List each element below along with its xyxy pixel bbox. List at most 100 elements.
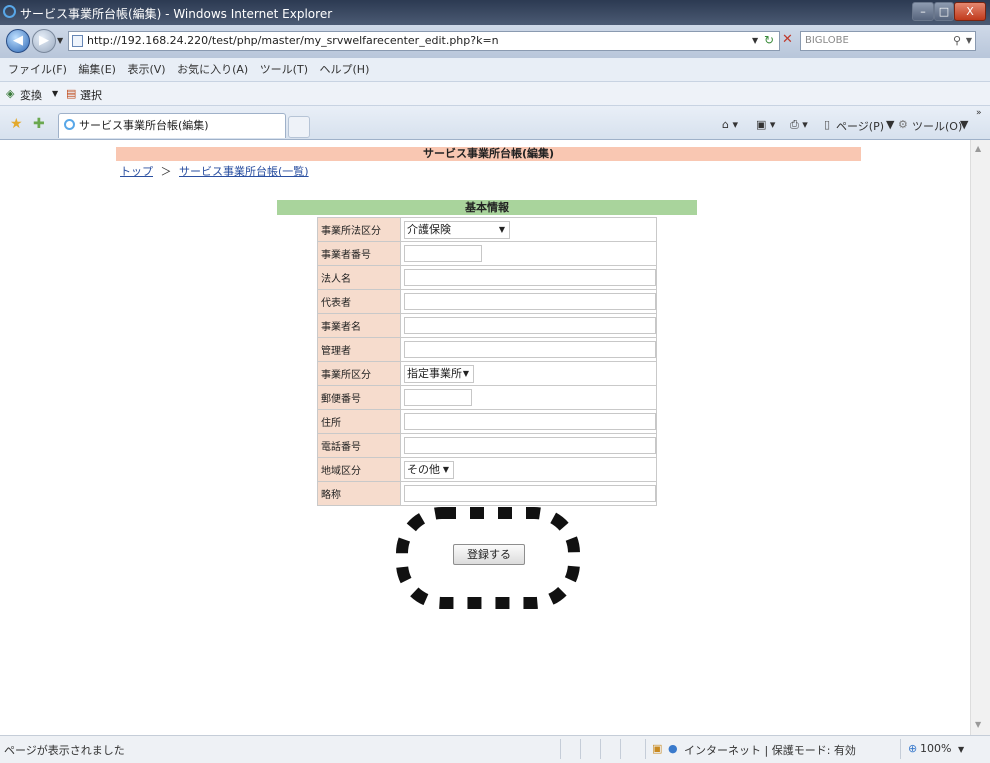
form-row: 事業所区分 指定事業所 ▼ [317, 361, 657, 386]
menu-help[interactable]: ヘルプ(H) [320, 58, 370, 82]
field-label: 代表者 [317, 289, 401, 314]
tab-current[interactable]: サービス事業所台帳(編集) [58, 113, 286, 138]
basic-info-form: 事業所法区分 介護保険 ▼ 事業者番号 法人名 代表者 事業者名 管理者 事業所区… [317, 217, 657, 506]
status-text: ページが表示されました [4, 744, 125, 757]
zoom-dropdown-icon[interactable]: ▼ [958, 745, 964, 754]
forward-button[interactable]: ▶ [32, 29, 56, 53]
refresh-icon[interactable]: ↻ [764, 33, 774, 47]
zoom-level[interactable]: 100% [920, 742, 951, 755]
form-row: 略称 [317, 481, 657, 506]
history-dropdown-icon[interactable]: ▼ [57, 36, 63, 45]
scroll-up-icon[interactable]: ▲ [975, 144, 981, 153]
scroll-down-icon[interactable]: ▼ [975, 720, 981, 729]
field-label: 住所 [317, 409, 401, 434]
page-icon-cmd: ▯ [824, 118, 831, 131]
menu-tools[interactable]: ツール(T) [260, 58, 308, 82]
form-row: 事業所法区分 介護保険 ▼ [317, 217, 657, 242]
convert-icon: ◈ [6, 87, 15, 100]
abbreviation-input[interactable] [404, 485, 656, 502]
select-button[interactable]: 選択 [80, 87, 102, 103]
menu-edit[interactable]: 編集(E) [78, 58, 116, 82]
search-icon[interactable]: ⚲ [953, 32, 961, 50]
links-toolbar: ◈ 変換 ▼ ▤ 選択 [0, 82, 990, 106]
convert-button[interactable]: 変換 [20, 87, 42, 103]
chevron-down-icon: ▼ [442, 464, 449, 474]
tab-bar: ★ ✚ サービス事業所台帳(編集) ⌂ ▾ ▣ ▾ ⎙ ▾ ▯ ページ(P) ▼… [0, 106, 990, 140]
page-icon [72, 35, 83, 47]
field-label: 事業所区分 [317, 361, 401, 386]
maximize-button[interactable]: □ [934, 2, 954, 21]
postal-code-input[interactable] [404, 389, 472, 406]
select-icon: ▤ [66, 87, 77, 100]
office-category-select[interactable]: 指定事業所 ▼ [404, 364, 474, 383]
tools-menu-dropdown-icon[interactable]: ▼ [960, 118, 968, 131]
address-bar[interactable]: http://192.168.24.220/test/php/master/my… [68, 31, 780, 51]
form-row: 代表者 [317, 289, 657, 314]
feeds-icon[interactable]: ▣ ▾ [756, 118, 775, 131]
breadcrumb-top-link[interactable]: トップ [120, 165, 153, 178]
window-titlebar: サービス事業所台帳(編集) - Windows Internet Explore… [0, 0, 990, 25]
field-label: 事業者名 [317, 313, 401, 338]
globe-icon: ● [668, 742, 678, 755]
page-menu-button[interactable]: ページ(P) [836, 118, 884, 134]
favorites-star-icon[interactable]: ★ [10, 116, 23, 132]
new-tab-button[interactable] [288, 116, 310, 138]
vertical-scrollbar[interactable]: ▲ ▼ [970, 140, 990, 735]
region-category-select[interactable]: その他 ▼ [404, 460, 454, 479]
breadcrumb-list-link[interactable]: サービス事業所台帳(一覧) [179, 165, 309, 178]
corporation-name-input[interactable] [404, 269, 656, 286]
manager-input[interactable] [404, 341, 656, 358]
page-title: サービス事業所台帳(編集) [116, 147, 861, 161]
menu-bar: ファイル(F) 編集(E) 表示(V) お気に入り(A) ツール(T) ヘルプ(… [0, 58, 990, 82]
provider-name-input[interactable] [404, 317, 656, 334]
field-label: 略称 [317, 481, 401, 506]
search-placeholder: BIGLOBE [805, 35, 849, 46]
field-label: 郵便番号 [317, 385, 401, 410]
menu-file[interactable]: ファイル(F) [8, 58, 67, 82]
add-favorites-icon[interactable]: ✚ [33, 116, 45, 132]
page-menu-dropdown-icon[interactable]: ▼ [886, 118, 894, 131]
breadcrumb: トップ ＞ サービス事業所台帳(一覧) [120, 163, 309, 179]
select-value: その他 [407, 462, 440, 476]
security-icon: ▣ [652, 742, 663, 755]
close-button[interactable]: X [954, 2, 986, 21]
form-row: 郵便番号 [317, 385, 657, 410]
convert-dropdown-icon[interactable]: ▼ [52, 89, 58, 98]
field-label: 管理者 [317, 337, 401, 362]
select-value: 指定事業所 [407, 366, 462, 380]
address-dropdown-icon[interactable]: ▼ [752, 36, 758, 45]
representative-input[interactable] [404, 293, 656, 310]
form-row: 事業者番号 [317, 241, 657, 266]
back-button[interactable]: ◀ [6, 29, 30, 53]
address-input[interactable] [404, 413, 656, 430]
form-row: 地域区分 その他 ▼ [317, 457, 657, 482]
address-toolbar: ◀ ▶ ▼ http://192.168.24.220/test/php/mas… [0, 25, 990, 58]
search-input[interactable]: BIGLOBE ⚲ ▼ [800, 31, 976, 51]
home-icon[interactable]: ⌂ ▾ [722, 118, 738, 131]
provider-number-input[interactable] [404, 245, 482, 262]
tools-gear-icon: ⚙ [898, 118, 908, 131]
breadcrumb-separator: ＞ [160, 165, 172, 178]
form-row: 事業者名 [317, 313, 657, 338]
stop-icon[interactable]: ✕ [782, 32, 793, 47]
menu-view[interactable]: 表示(V) [127, 58, 165, 82]
form-row: 法人名 [317, 265, 657, 290]
section-title: 基本情報 [277, 200, 697, 215]
search-options-icon[interactable]: ▼ [966, 32, 972, 50]
register-button[interactable]: 登録する [453, 544, 525, 565]
minimize-button[interactable]: – [912, 2, 934, 21]
phone-number-input[interactable] [404, 437, 656, 454]
select-value: 介護保険 [407, 222, 451, 236]
field-label: 法人名 [317, 265, 401, 290]
form-row: 電話番号 [317, 433, 657, 458]
corporate-category-select[interactable]: 介護保険 ▼ [404, 220, 510, 239]
menu-favorites[interactable]: お気に入り(A) [177, 58, 248, 82]
chevron-down-icon: ▼ [462, 368, 469, 378]
chevron-more-icon[interactable]: » [976, 108, 982, 118]
field-label: 事業者番号 [317, 241, 401, 266]
tools-menu-button[interactable]: ツール(O) [912, 118, 962, 134]
tab-ie-icon [64, 119, 75, 130]
page-content: サービス事業所台帳(編集) トップ ＞ サービス事業所台帳(一覧) 基本情報 事… [0, 140, 970, 735]
print-icon[interactable]: ⎙ ▾ [790, 118, 808, 132]
zoom-icon: ⊕ [908, 742, 918, 755]
